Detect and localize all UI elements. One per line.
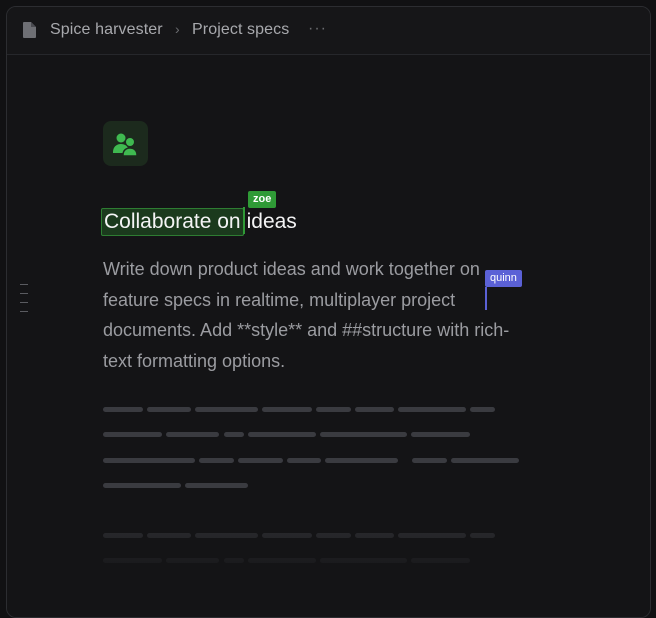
cursor-zoe bbox=[242, 207, 245, 234]
collaborator-tag-quinn: quinn bbox=[485, 270, 522, 287]
breadcrumb-item-page[interactable]: Project specs bbox=[192, 21, 289, 39]
page-icon[interactable] bbox=[103, 121, 148, 166]
heading-selection: Collaborate on bbox=[101, 208, 244, 236]
more-options-icon[interactable]: ··· bbox=[308, 20, 327, 38]
document-icon bbox=[23, 22, 36, 38]
heading-rest: ideas bbox=[246, 210, 297, 233]
collaborator-tag-zoe: zoe bbox=[248, 191, 277, 208]
cursor-quinn bbox=[485, 287, 487, 310]
users-icon bbox=[113, 133, 138, 157]
drag-handle[interactable] bbox=[20, 284, 30, 320]
breadcrumb-item-workspace[interactable]: Spice harvester bbox=[50, 21, 163, 39]
page-paragraph[interactable]: Write down product ideas and work togeth… bbox=[103, 254, 533, 376]
top-bar: Spice harvester › Project specs ··· bbox=[7, 7, 650, 55]
bottom-fade bbox=[7, 487, 650, 617]
chevron-right-icon: › bbox=[175, 21, 180, 37]
editor-window: Spice harvester › Project specs ··· Coll… bbox=[6, 6, 651, 618]
page-heading[interactable]: Collaborate on ideas bbox=[101, 207, 297, 236]
